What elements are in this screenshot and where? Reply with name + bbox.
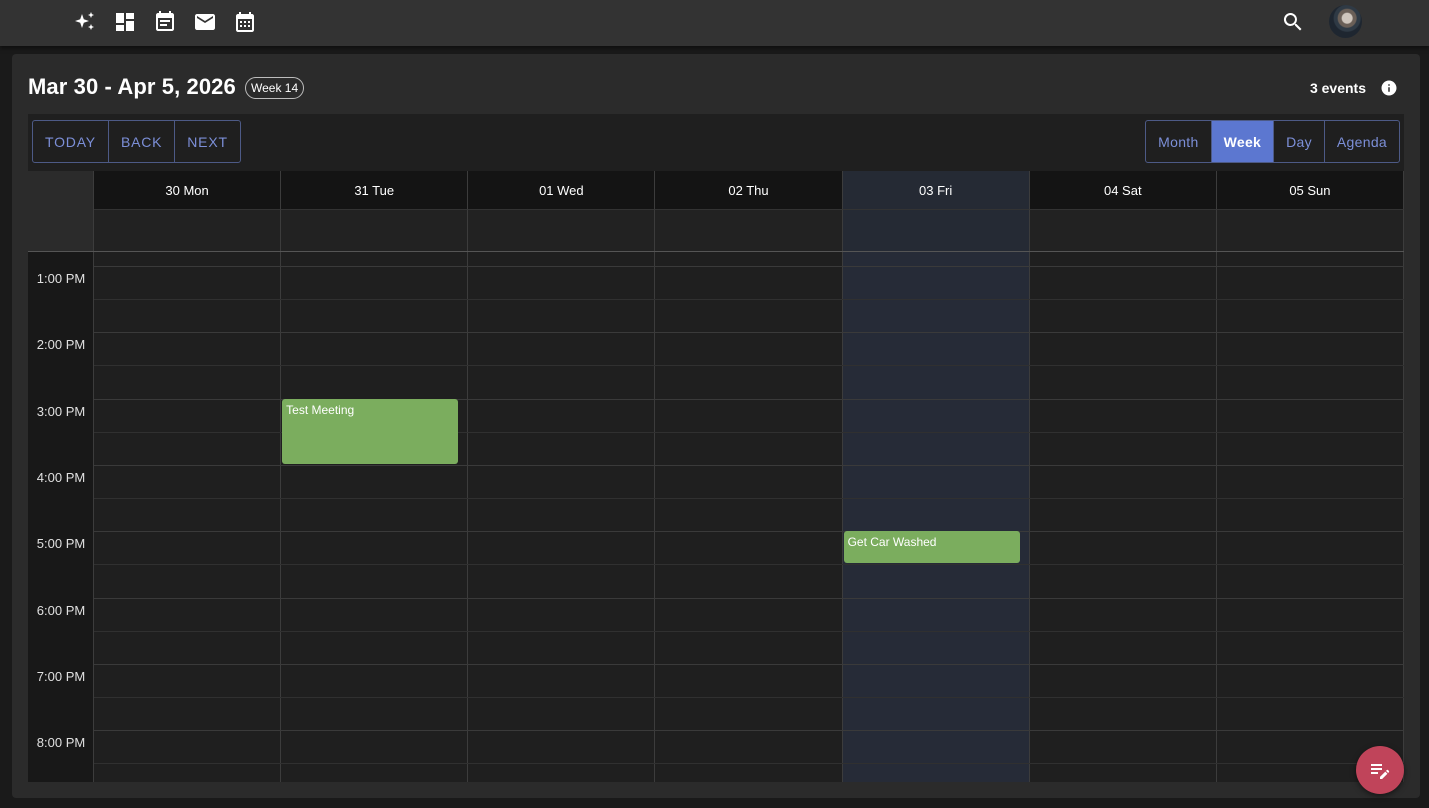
all-day-cell[interactable] <box>281 209 469 251</box>
calendar-toolbar: TODAY BACK NEXT Month Week Day Agenda <box>28 114 1404 172</box>
nav-button-group: TODAY BACK NEXT <box>32 120 241 163</box>
half-hour-line <box>94 564 1404 566</box>
half-hour-line <box>94 696 1404 698</box>
week-grid: 1:00 PM 2:00 PM 3:00 PM 4:00 PM 5:00 PM 6:00 … <box>28 171 1404 782</box>
week-view-button[interactable]: Week <box>1211 121 1275 162</box>
view-button-group: Month Week Day Agenda <box>1145 120 1400 163</box>
day-header-3[interactable]: 02 Thu <box>655 171 843 209</box>
page-title: Mar 30 - Apr 5, 2026 <box>28 74 236 99</box>
hour-line <box>94 266 1404 267</box>
all-day-cell[interactable] <box>468 209 656 251</box>
all-day-cell[interactable] <box>842 209 1030 251</box>
week-chip: Week 14 <box>245 77 305 99</box>
back-button[interactable]: BACK <box>109 121 176 162</box>
edit-note-icon <box>1371 764 1390 779</box>
half-hour-line <box>94 299 1404 301</box>
dashboard-icon[interactable] <box>113 10 137 34</box>
day-header-1[interactable]: 31 Tue <box>281 171 469 209</box>
all-day-cell[interactable] <box>94 209 282 251</box>
hour-line <box>94 464 1404 466</box>
new-event-button[interactable] <box>1356 746 1404 794</box>
time-gutter: 1:00 PM 2:00 PM 3:00 PM 4:00 PM 5:00 PM 6:00 … <box>28 252 94 782</box>
month-view-button[interactable]: Month <box>1146 121 1212 162</box>
mail-icon[interactable] <box>193 10 217 34</box>
half-hour-line <box>94 365 1404 367</box>
time-label: 1:00 PM <box>36 271 86 286</box>
day-header-6[interactable]: 05 Sun <box>1216 171 1404 209</box>
day-header-4[interactable]: 03 Fri <box>842 171 1030 209</box>
all-day-cell[interactable] <box>1216 209 1404 251</box>
next-button[interactable]: NEXT <box>175 121 240 162</box>
half-hour-line <box>94 630 1404 632</box>
event-note-icon[interactable] <box>153 10 177 34</box>
all-day-cell[interactable] <box>655 209 843 251</box>
hour-line <box>94 531 1404 533</box>
day-view-button[interactable]: Day <box>1274 121 1325 162</box>
today-button[interactable]: TODAY <box>33 121 109 162</box>
half-hour-line <box>94 763 1404 765</box>
day-header-0[interactable]: 30 Mon <box>94 171 282 209</box>
avatar[interactable] <box>1329 5 1362 38</box>
event-count: 3 events <box>1309 80 1366 96</box>
calendar-icon[interactable] <box>233 10 257 34</box>
agenda-view-button[interactable]: Agenda <box>1325 121 1399 162</box>
hour-line <box>94 730 1404 732</box>
top-app-bar <box>0 0 1429 46</box>
time-label: 8:00 PM <box>36 735 86 751</box>
calendar-event[interactable]: Get Car Washed <box>843 531 1020 564</box>
calendar-panel: Mar 30 - Apr 5, 2026 Week 14 3 events TO… <box>12 54 1420 798</box>
day-header-2[interactable]: 01 Wed <box>468 171 656 209</box>
day-header-5[interactable]: 04 Sat <box>1029 171 1217 209</box>
time-label: 7:00 PM <box>36 668 86 684</box>
half-hour-line <box>94 498 1404 500</box>
sparkle-icon[interactable] <box>73 10 97 34</box>
all-day-cell[interactable] <box>1029 209 1217 251</box>
calendar-event[interactable]: Test Meeting <box>282 398 459 464</box>
time-label: 2:00 PM <box>36 337 86 353</box>
time-label: 5:00 PM <box>36 536 86 552</box>
hour-line <box>94 332 1404 334</box>
time-label: 3:00 PM <box>36 403 86 419</box>
hour-line <box>94 597 1404 599</box>
time-gutter-header <box>28 171 94 251</box>
info-icon[interactable] <box>1380 79 1398 97</box>
search-icon[interactable] <box>1281 10 1305 34</box>
time-label: 4:00 PM <box>36 469 86 485</box>
time-label: 6:00 PM <box>36 602 86 618</box>
hour-line <box>94 663 1404 665</box>
